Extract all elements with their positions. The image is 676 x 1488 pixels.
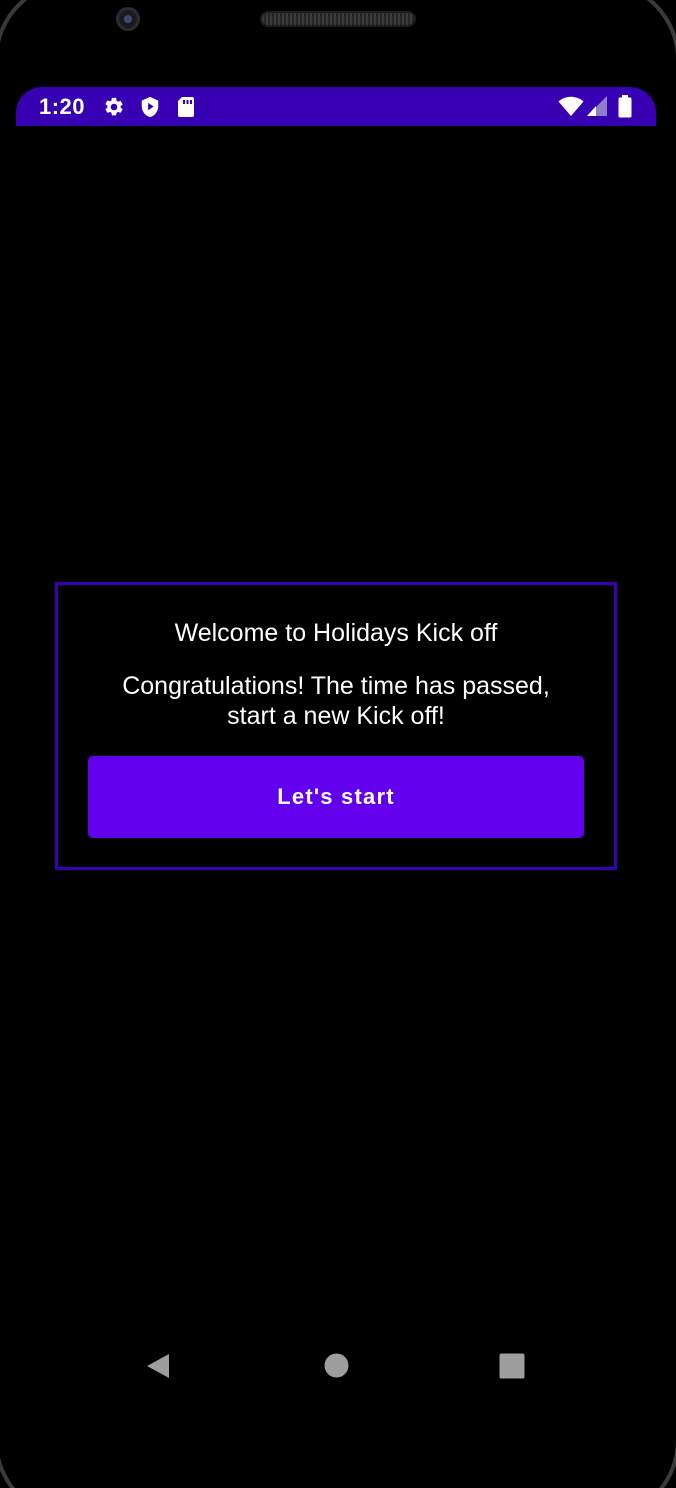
back-icon[interactable] (144, 1352, 172, 1385)
shield-play-icon (139, 96, 161, 123)
settings-icon (103, 96, 125, 123)
wifi-icon (558, 95, 584, 122)
cell-signal-icon (586, 95, 608, 122)
recents-icon[interactable] (499, 1353, 525, 1384)
front-camera (116, 7, 140, 31)
dialog-title: Welcome to Holidays Kick off (174, 619, 498, 647)
home-icon[interactable] (324, 1353, 349, 1383)
device-screen: 1:20 Welcome to Holidays Kick off Congra… (0, 0, 676, 1488)
earpiece-speaker (260, 11, 416, 27)
welcome-dialog: Welcome to Holidays Kick off Congratulat… (55, 582, 617, 870)
status-bar: 1:20 (16, 87, 656, 126)
dialog-message: Congratulations! The time has passed, st… (122, 672, 550, 730)
battery-icon (618, 95, 632, 123)
sd-card-icon (176, 96, 196, 123)
lets-start-button[interactable]: Let's start (88, 756, 584, 838)
status-time: 1:20 (39, 94, 86, 119)
